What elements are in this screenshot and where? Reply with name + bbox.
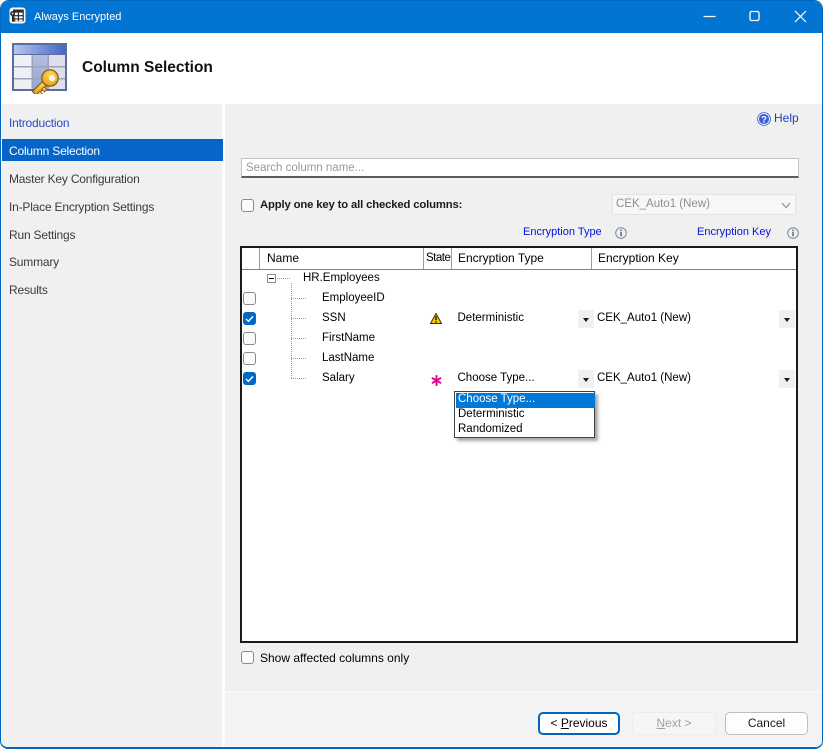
svg-text:?: ?: [761, 114, 767, 125]
